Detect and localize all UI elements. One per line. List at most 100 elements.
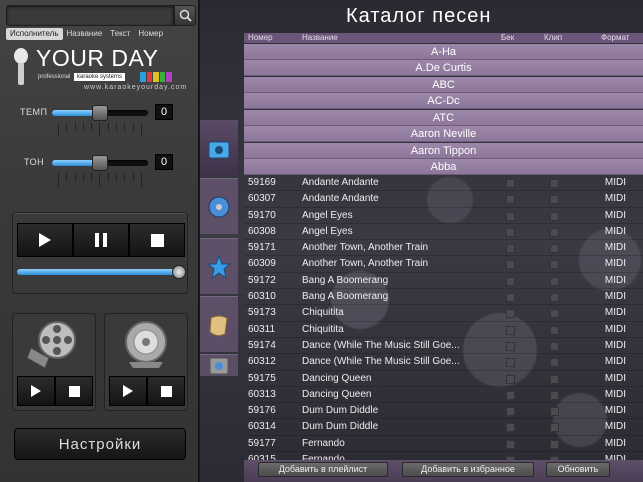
clip-checkbox[interactable] xyxy=(550,341,559,351)
backing-checkbox[interactable] xyxy=(506,260,515,270)
play-button[interactable] xyxy=(17,223,73,257)
video-stop-button[interactable] xyxy=(55,376,93,406)
artist-group-row[interactable]: ABC xyxy=(244,76,643,93)
backing-checkbox[interactable] xyxy=(506,407,515,417)
backing-checkbox[interactable] xyxy=(506,358,515,368)
category-media-button[interactable] xyxy=(200,354,238,376)
table-row[interactable]: 60308 Angel Eyes MIDI xyxy=(244,224,643,241)
add-to-playlist-button[interactable]: Добавить в плейлист xyxy=(258,462,388,477)
artist-group-row[interactable]: AC-Dc xyxy=(244,93,643,109)
backing-checkbox[interactable] xyxy=(506,293,515,303)
stop-button[interactable] xyxy=(129,223,185,257)
clip-checkbox[interactable] xyxy=(550,227,559,237)
pause-button[interactable] xyxy=(73,223,129,257)
filter-tab-title[interactable]: Название xyxy=(63,28,107,40)
table-row[interactable]: 60307 Andante Andante MIDI xyxy=(244,191,643,208)
artist-group-row[interactable]: Aaron Tippon xyxy=(244,142,643,159)
search-input[interactable] xyxy=(6,5,174,26)
clip-checkbox[interactable] xyxy=(550,309,559,319)
clip-checkbox[interactable] xyxy=(550,374,559,384)
backing-checkbox[interactable] xyxy=(506,195,515,205)
clip-checkbox[interactable] xyxy=(550,325,559,335)
refresh-button[interactable]: Обновить xyxy=(546,462,610,477)
table-row[interactable]: 60312 Dance (While The Music Still Goe...… xyxy=(244,354,643,371)
backing-checkbox[interactable] xyxy=(506,244,515,254)
tempo-slider[interactable] xyxy=(52,105,148,121)
audio-play-button[interactable] xyxy=(109,376,147,406)
tempo-label: ТЕМП xyxy=(20,107,48,117)
table-row[interactable]: 59175 Dancing Queen MIDI xyxy=(244,371,643,387)
table-row[interactable]: 59170 Angel Eyes MIDI xyxy=(244,208,643,224)
table-row[interactable]: 59177 Fernando MIDI xyxy=(244,436,643,453)
backing-checkbox[interactable] xyxy=(506,341,515,351)
artist-group-row[interactable]: Abba xyxy=(244,159,643,175)
add-to-favorites-button[interactable]: Добавить в избранное xyxy=(402,462,534,477)
column-header-number[interactable]: Номер xyxy=(248,33,273,43)
backing-checkbox[interactable] xyxy=(506,423,515,433)
speaker-icon xyxy=(125,321,167,368)
clip-checkbox[interactable] xyxy=(550,390,559,400)
clip-checkbox[interactable] xyxy=(550,260,559,270)
backing-checkbox[interactable] xyxy=(506,309,515,319)
tone-slider[interactable] xyxy=(52,155,148,171)
search-bar xyxy=(6,5,196,26)
table-row[interactable]: 59169 Andante Andante MIDI xyxy=(244,175,643,192)
playback-progress[interactable] xyxy=(17,265,186,279)
clip-checkbox[interactable] xyxy=(550,293,559,303)
artist-group-row[interactable]: A.De Curtis xyxy=(244,60,643,76)
backing-checkbox[interactable] xyxy=(506,390,515,400)
video-play-button[interactable] xyxy=(17,376,55,406)
playback-progress-knob[interactable] xyxy=(171,265,186,279)
filter-tab-number[interactable]: Номер xyxy=(134,28,167,40)
category-disc-button[interactable] xyxy=(200,178,238,234)
clip-checkbox[interactable] xyxy=(550,423,559,433)
settings-button[interactable]: Настройки xyxy=(14,428,186,460)
artist-group-row[interactable]: A-Ha xyxy=(244,43,643,60)
backing-checkbox[interactable] xyxy=(506,374,515,384)
filter-tab-lyrics[interactable]: Текст xyxy=(106,28,134,40)
category-playlist-button[interactable] xyxy=(200,296,238,352)
backing-checkbox[interactable] xyxy=(506,325,515,335)
tempo-slider-thumb[interactable] xyxy=(92,105,108,121)
clip-checkbox[interactable] xyxy=(550,358,559,368)
backing-checkbox[interactable] xyxy=(506,227,515,237)
tone-slider-thumb[interactable] xyxy=(92,155,108,171)
clip-checkbox[interactable] xyxy=(550,244,559,254)
table-row[interactable]: 60314 Dum Dum Diddle MIDI xyxy=(244,419,643,436)
table-row[interactable]: 60309 Another Town, Another Train MIDI xyxy=(244,256,643,273)
clip-checkbox[interactable] xyxy=(550,439,559,449)
tone-value: 0 xyxy=(155,154,173,170)
search-button[interactable] xyxy=(174,5,196,26)
clip-checkbox[interactable] xyxy=(550,407,559,417)
artist-group-row[interactable]: Aaron Neville xyxy=(244,126,643,142)
song-title: Chiquitita xyxy=(302,323,344,335)
table-row[interactable]: 59172 Bang A Boomerang MIDI xyxy=(244,273,643,290)
filter-tab-artist[interactable]: Исполнитель xyxy=(6,28,63,40)
column-header-clip[interactable]: Клип xyxy=(544,33,562,43)
table-action-bar: Добавить в плейлист Добавить в избранное… xyxy=(244,460,643,482)
song-number: 59176 xyxy=(248,405,276,417)
song-format: MIDI xyxy=(604,225,626,237)
column-header-format[interactable]: Формат xyxy=(601,33,629,43)
clip-checkbox[interactable] xyxy=(550,211,559,221)
table-row[interactable]: 60310 Bang A Boomerang MIDI xyxy=(244,289,643,306)
clip-checkbox[interactable] xyxy=(550,179,559,188)
table-row[interactable]: 60311 Chiquitita MIDI xyxy=(244,322,643,338)
column-header-title[interactable]: Название xyxy=(302,33,338,43)
backing-checkbox[interactable] xyxy=(506,211,515,221)
audio-stop-button[interactable] xyxy=(147,376,185,406)
clip-checkbox[interactable] xyxy=(550,195,559,205)
table-row[interactable]: 59171 Another Town, Another Train MIDI xyxy=(244,240,643,257)
backing-checkbox[interactable] xyxy=(506,276,515,286)
category-artist-button[interactable] xyxy=(200,120,238,176)
clip-checkbox[interactable] xyxy=(550,276,559,286)
category-favorites-button[interactable] xyxy=(200,238,238,294)
table-row[interactable]: 60313 Dancing Queen MIDI xyxy=(244,387,643,404)
backing-checkbox[interactable] xyxy=(506,439,515,449)
table-row[interactable]: 59176 Dum Dum Diddle MIDI xyxy=(244,403,643,420)
backing-checkbox[interactable] xyxy=(506,179,515,188)
column-header-backing[interactable]: Бек xyxy=(501,33,514,43)
table-row[interactable]: 59173 Chiquitita MIDI xyxy=(244,305,643,322)
table-row[interactable]: 59174 Dance (While The Music Still Goe...… xyxy=(244,338,643,355)
artist-group-row[interactable]: ATC xyxy=(244,109,643,126)
